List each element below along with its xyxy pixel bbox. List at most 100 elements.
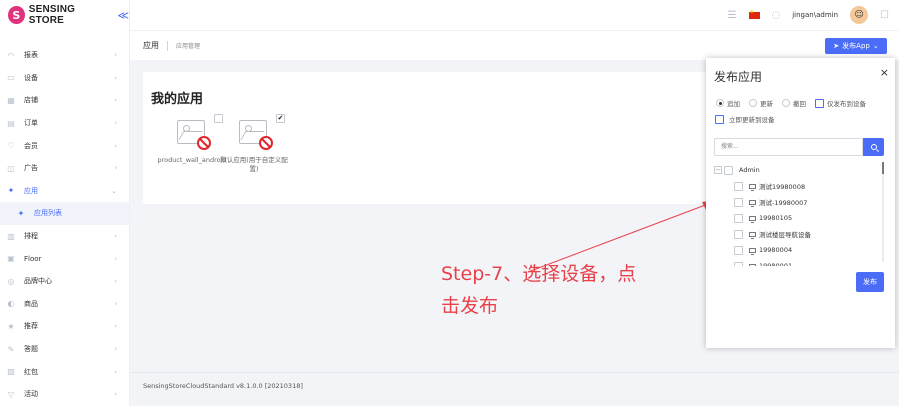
collapse-toggle-icon[interactable]: − <box>714 166 722 174</box>
user-name[interactable]: jingan\admin <box>792 11 838 19</box>
app-card-product-wall[interactable]: product_wall_android <box>157 114 227 165</box>
chevron-right-icon: › <box>114 390 117 399</box>
app-name: 默认应用(用于自定义配置) <box>220 156 288 173</box>
sidebar-item-products[interactable]: ◐ 商品 › <box>0 293 129 316</box>
chevron-right-icon: › <box>114 254 117 263</box>
chevron-right-icon: › <box>114 73 117 82</box>
sidebar-item-label: 应用列表 <box>34 209 62 218</box>
tree-checkbox[interactable] <box>734 245 743 255</box>
close-icon[interactable]: × <box>880 66 889 79</box>
sidebar-item-label: 设备 <box>24 73 38 82</box>
sidebar-item-members[interactable]: ♡ 会员 › <box>0 134 129 157</box>
app-thumbnail <box>235 116 273 150</box>
sidebar-item-floor[interactable]: ▣ Floor › <box>0 247 129 270</box>
language-flag-icon[interactable] <box>748 9 760 19</box>
tree-root-label: Admin <box>739 166 760 174</box>
tree-checkbox[interactable] <box>734 229 743 239</box>
publish-button[interactable]: 发布 <box>856 272 884 292</box>
chevron-right-icon: › <box>114 141 117 150</box>
checkbox-only-publish-label: 仅发布到设备 <box>827 100 866 108</box>
sidebar-item-orders[interactable]: ▤ 订单 › <box>0 112 129 135</box>
search-icon <box>870 144 877 150</box>
sidebar-item-quiz[interactable]: ✎ 答题 › <box>0 338 129 361</box>
sidebar-item-label: 报表 <box>24 51 38 60</box>
brand-logo[interactable]: S SENSING STORE ≪ <box>0 0 129 30</box>
tree-item[interactable]: 19980004 <box>714 242 880 258</box>
top-bar: ☰ ◌ jingan\admin ☺ ☐ <box>130 0 899 30</box>
monitor-icon <box>749 231 756 239</box>
tree-item-label: 测试楼层导航设备 <box>759 231 811 239</box>
sidebar-item-red-packet[interactable]: ▧ 红包 › <box>0 360 129 383</box>
chevron-right-icon: › <box>114 322 117 331</box>
radio-rollback[interactable] <box>782 99 790 107</box>
sidebar-item-stores[interactable]: ▦ 店铺 › <box>0 89 129 112</box>
app-icon: ✦ <box>17 208 25 218</box>
chevron-right-icon: › <box>114 164 117 173</box>
footer-version: SensingStoreCloudStandard v8.1.0.0 [2021… <box>143 382 303 390</box>
chevron-right-icon: › <box>114 345 117 354</box>
app-icon: ✦ <box>7 186 15 196</box>
checkbox-immediate-update[interactable] <box>715 114 724 124</box>
sidebar-item-label: 应用 <box>24 186 38 195</box>
sidebar-item-recommend[interactable]: ★ 推荐 › <box>0 315 129 338</box>
tree-item[interactable]: 测试楼层导航设备 <box>714 226 880 242</box>
funnel-icon: ▽ <box>7 389 15 399</box>
send-icon: ➤ <box>833 42 840 50</box>
sidebar-item-schedule[interactable]: ▥ 排程 › <box>0 225 129 248</box>
tree-item[interactable]: 19980105 <box>714 210 880 226</box>
publish-app-panel: 发布应用 × 追加 更新 撤回 仅发布到设备 立即更新到设备 搜索... − A… <box>706 58 895 348</box>
sidebar-item-label: 订单 <box>24 119 38 128</box>
sidebar-item-ads[interactable]: ◫ 广告 › <box>0 157 129 180</box>
radio-rollback-label: 撤回 <box>793 100 806 108</box>
sidebar-item-label: 活动 <box>24 390 38 399</box>
chevron-down-icon: ⌄ <box>872 42 879 50</box>
tree-scrollbar[interactable] <box>882 162 884 262</box>
chevrons-left-icon[interactable]: ≪ <box>117 9 129 22</box>
tree-item[interactable]: 测试19980008 <box>714 178 880 194</box>
app-checkbox[interactable]: ✔ <box>276 114 285 123</box>
tree-item[interactable]: 测试-19980007 <box>714 194 880 210</box>
sidebar-menu: ◠ 报表 › ▭ 设备 › ▦ 店铺 › ▤ 订单 › ♡ 会员 › ◫ 广告 › ✦ 应用 ⌄ ✦ 应用列表… <box>0 44 129 406</box>
tree-checkbox[interactable] <box>724 165 733 175</box>
pencil-icon: ✎ <box>7 344 15 354</box>
tree-checkbox[interactable] <box>734 181 743 191</box>
sidebar-item-devices[interactable]: ▭ 设备 › <box>0 67 129 90</box>
heart-icon: ♡ <box>7 141 15 151</box>
radio-update[interactable] <box>749 99 757 107</box>
breadcrumb-level1[interactable]: 应用 <box>143 40 159 51</box>
checkbox-immediate-update-label: 立即更新到设备 <box>729 116 775 124</box>
tree-checkbox[interactable] <box>734 261 743 266</box>
avatar[interactable]: ☺ <box>850 6 869 24</box>
checkbox-only-publish[interactable] <box>815 98 824 108</box>
tree-item-label: 19980105 <box>759 214 793 222</box>
order-icon: ▤ <box>7 118 15 128</box>
brand-icon: ◎ <box>7 276 15 286</box>
chat-icon[interactable]: ☐ <box>880 10 889 21</box>
device-tree: − Admin 测试19980008 测试-19980007 19980105 … <box>714 162 880 266</box>
sidebar-item-label: Floor <box>24 254 42 263</box>
tree-checkbox[interactable] <box>734 197 743 207</box>
chevron-right-icon: › <box>114 299 117 308</box>
radio-add[interactable] <box>716 99 724 107</box>
publish-app-button[interactable]: ➤ 发布App ⌄ <box>825 38 887 54</box>
tree-item[interactable]: 19980001 <box>714 258 880 266</box>
chevron-right-icon: › <box>114 277 117 286</box>
monitor-icon <box>749 247 756 255</box>
sidebar-item-reports[interactable]: ◠ 报表 › <box>0 44 129 67</box>
device-search-input[interactable]: 搜索... <box>714 138 863 156</box>
sidebar-item-brand-center[interactable]: ◎ 品牌中心 › <box>0 270 129 293</box>
sidebar-item-label: 商品 <box>24 299 38 308</box>
search-button[interactable] <box>863 138 884 156</box>
tree-item-label: 测试-19980007 <box>759 199 808 207</box>
chevron-down-icon: ⌄ <box>111 186 117 195</box>
menu-icon[interactable]: ☰ <box>728 10 737 21</box>
tree-root[interactable]: − Admin <box>714 162 880 178</box>
tree-checkbox[interactable] <box>734 213 743 223</box>
ban-icon <box>259 136 273 150</box>
sidebar-item-activities[interactable]: ▽ 活动 › <box>0 383 129 406</box>
sidebar-item-apps[interactable]: ✦ 应用 ⌄ <box>0 180 129 203</box>
chart-icon: ◠ <box>7 50 15 60</box>
app-card-default[interactable]: ✔ 默认应用(用于自定义配置) <box>219 114 289 174</box>
bell-icon[interactable]: ◌ <box>772 10 781 21</box>
sidebar-item-app-list[interactable]: ✦ 应用列表 <box>0 202 129 225</box>
